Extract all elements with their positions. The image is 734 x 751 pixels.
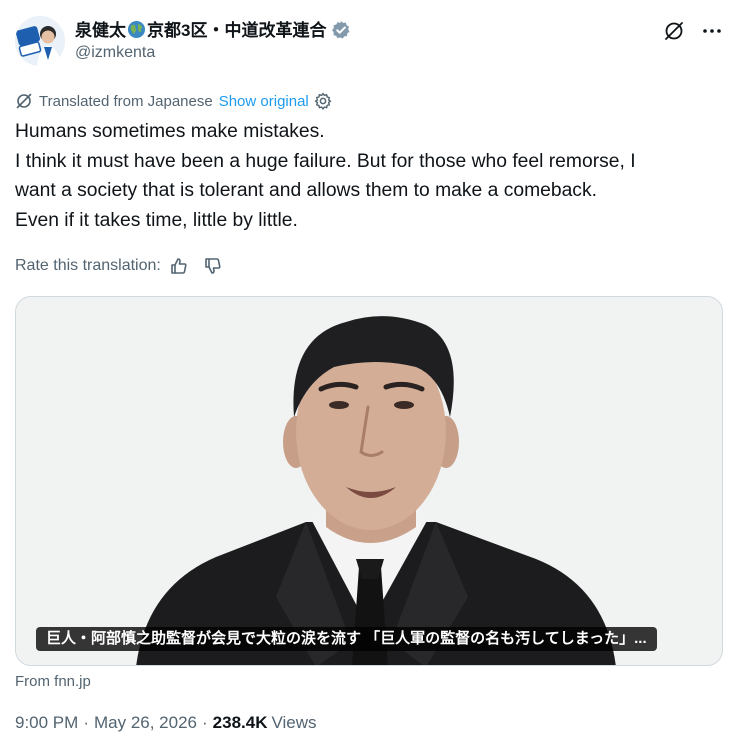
translation-notice: Translated from Japanese Show original <box>15 91 332 111</box>
verified-badge-icon <box>332 21 350 39</box>
translate-icon <box>16 93 32 109</box>
more-icon[interactable] <box>701 20 723 42</box>
link-source[interactable]: From fnn.jp <box>15 673 91 690</box>
gear-icon[interactable] <box>314 92 332 110</box>
tweet-text-line: want a society that is tolerant and allo… <box>15 180 597 201</box>
views-label: Views <box>271 713 317 732</box>
author-handle[interactable]: @izmkenta <box>75 44 155 62</box>
globe-emoji-icon <box>127 20 146 44</box>
tweet-time[interactable]: 9:00 PM <box>15 713 78 733</box>
tweet-date[interactable]: May 26, 2026 <box>94 713 197 733</box>
tweet-text-line: I think it must have been a huge failure… <box>15 150 636 172</box>
meta-separator: · <box>202 713 208 732</box>
video-caption: 巨人・阿部慎之助監督が会見で大粒の涙を流す 「巨人軍の監督の名も汚してしまった」… <box>36 627 657 651</box>
author-avatar[interactable] <box>15 16 65 66</box>
thumbs-down-icon[interactable] <box>203 256 223 276</box>
tweet-text-line: Even if it takes time, little by little. <box>15 209 298 231</box>
author-display-name[interactable]: 泉健太 京都3区・中道改革連合 <box>75 16 326 44</box>
author-name-part2: 京都3区・中道改革連合 <box>147 21 327 40</box>
grok-icon[interactable] <box>663 20 685 42</box>
show-original-link[interactable]: Show original <box>219 93 309 110</box>
thumbs-up-icon[interactable] <box>169 256 189 276</box>
tweet-text: Humans sometimes make mistakes. I think … <box>15 117 725 235</box>
rate-translation-label: Rate this translation: <box>15 257 161 274</box>
tweet-meta: 9:00 PM · May 26, 2026 · 238.4K Views <box>15 713 317 733</box>
author-name-part1: 泉健太 <box>75 21 126 40</box>
video-thumbnail <box>16 297 722 665</box>
translated-label: Translated from Japanese <box>39 92 213 110</box>
tweet-header: 泉健太 京都3区・中道改革連合 @izmkenta <box>15 14 725 70</box>
views-count: 238.4K <box>212 713 268 732</box>
author-name-row[interactable]: 泉健太 京都3区・中道改革連合 <box>75 18 351 42</box>
header-actions <box>663 20 723 42</box>
tweet-text-line: Humans sometimes make mistakes. <box>15 121 325 142</box>
meta-separator: · <box>83 713 89 732</box>
media-card[interactable]: 巨人・阿部慎之助監督が会見で大粒の涙を流す 「巨人軍の監督の名も汚してしまった」… <box>15 296 723 666</box>
rate-translation: Rate this translation: <box>15 255 223 277</box>
